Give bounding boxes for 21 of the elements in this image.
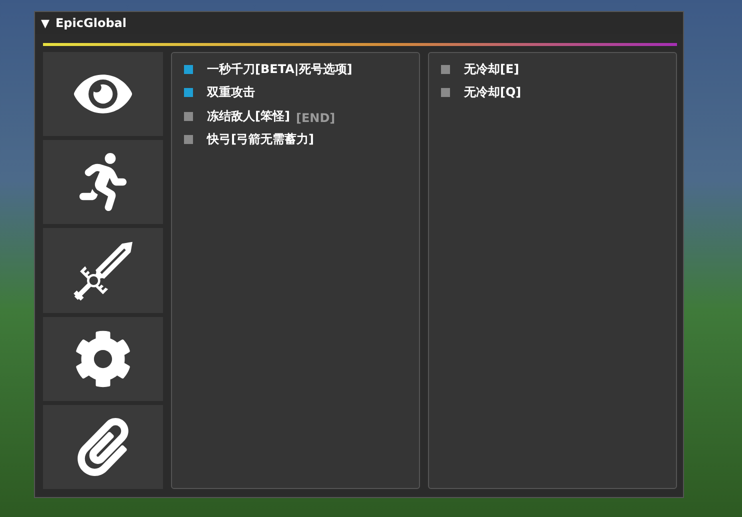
- sidebar-tab[interactable]: [43, 52, 163, 136]
- checkbox[interactable]: [184, 88, 193, 97]
- checkbox[interactable]: [441, 88, 450, 97]
- sidebar-tab[interactable]: [43, 316, 163, 401]
- option-label: 一秒千刀[BETA|死号选项]: [207, 61, 352, 78]
- checkbox[interactable]: [184, 135, 193, 144]
- settings-icon: [74, 330, 132, 388]
- hotkey-label: [END]: [296, 111, 336, 125]
- option-label: 冻结敌人[笨怪]: [207, 108, 290, 124]
- checkbox[interactable]: [184, 112, 193, 120]
- window-title: EpicGlobal: [55, 16, 126, 30]
- sidebar-tab[interactable]: [43, 404, 163, 490]
- sidebar-tab[interactable]: [43, 228, 163, 313]
- checkbox[interactable]: [184, 65, 193, 74]
- option-label: 双重攻击: [207, 84, 255, 101]
- option-label: 无冷却[Q]: [464, 84, 522, 101]
- option-label: 快弓[弓箭无需蓄力]: [207, 131, 314, 148]
- option-label: 无冷却[E]: [464, 61, 520, 78]
- sidebar-tab[interactable]: [43, 140, 163, 224]
- checkbox[interactable]: [441, 65, 450, 74]
- collapse-arrow[interactable]: ▼: [41, 16, 50, 30]
